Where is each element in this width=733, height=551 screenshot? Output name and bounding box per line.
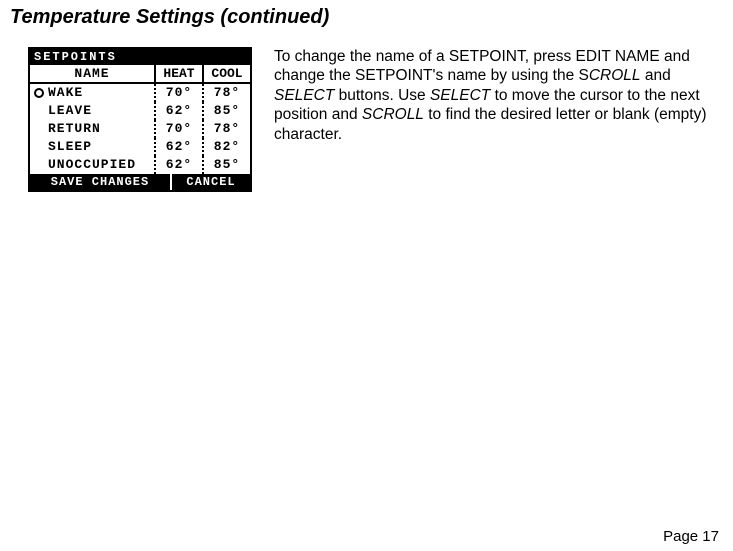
row-heat: 62° bbox=[154, 138, 202, 156]
setpoints-device-screenshot: SETPOINTS NAME HEAT COOL WAKE 70° 78° LE… bbox=[28, 47, 252, 192]
table-row: WAKE 70° 78° bbox=[30, 84, 250, 102]
row-name: SLEEP bbox=[30, 138, 154, 156]
col-header-cool: COOL bbox=[202, 65, 250, 82]
page-number: Page 17 bbox=[663, 528, 719, 545]
row-cool: 78° bbox=[202, 84, 250, 102]
content-area: SETPOINTS NAME HEAT COOL WAKE 70° 78° LE… bbox=[0, 47, 733, 192]
row-name-text: WAKE bbox=[48, 84, 83, 102]
row-name: UNOCCUPIED bbox=[30, 156, 154, 174]
save-changes-button[interactable]: SAVE CHANGES bbox=[30, 174, 170, 190]
device-header-label: SETPOINTS bbox=[30, 49, 121, 65]
table-row: UNOCCUPIED 62° 85° bbox=[30, 156, 250, 174]
table-row: LEAVE 62° 85° bbox=[30, 102, 250, 120]
para-text-8: SCROLL bbox=[362, 106, 424, 123]
row-cool: 82° bbox=[202, 138, 250, 156]
selected-icon bbox=[34, 88, 44, 98]
row-cool: 85° bbox=[202, 102, 250, 120]
col-header-name: NAME bbox=[30, 65, 154, 82]
row-cool: 85° bbox=[202, 156, 250, 174]
row-name: LEAVE bbox=[30, 102, 154, 120]
device-footer-bar: SAVE CHANGES CANCEL bbox=[30, 174, 250, 190]
row-name: WAKE bbox=[30, 84, 154, 102]
para-text-5: buttons. Use bbox=[334, 87, 430, 104]
row-heat: 70° bbox=[154, 84, 202, 102]
device-header-bar: SETPOINTS bbox=[30, 49, 250, 65]
instruction-paragraph: To change the name of a SETPOINT, press … bbox=[252, 47, 715, 144]
para-text-2: CROLL bbox=[589, 67, 641, 84]
row-name: RETURN bbox=[30, 120, 154, 138]
cancel-button[interactable]: CANCEL bbox=[170, 174, 250, 190]
para-text-6: SELECT bbox=[430, 87, 490, 104]
row-heat: 62° bbox=[154, 156, 202, 174]
para-text-3: and bbox=[641, 67, 671, 84]
col-header-heat: HEAT bbox=[154, 65, 202, 82]
para-text-4: SELECT bbox=[274, 87, 334, 104]
row-cool: 78° bbox=[202, 120, 250, 138]
row-heat: 70° bbox=[154, 120, 202, 138]
device-rows: WAKE 70° 78° LEAVE 62° 85° RETURN 70° 78… bbox=[30, 84, 250, 174]
table-row: SLEEP 62° 82° bbox=[30, 138, 250, 156]
row-heat: 62° bbox=[154, 102, 202, 120]
page-title: Temperature Settings (continued) bbox=[0, 0, 733, 47]
device-column-headers: NAME HEAT COOL bbox=[30, 65, 250, 84]
table-row: RETURN 70° 78° bbox=[30, 120, 250, 138]
